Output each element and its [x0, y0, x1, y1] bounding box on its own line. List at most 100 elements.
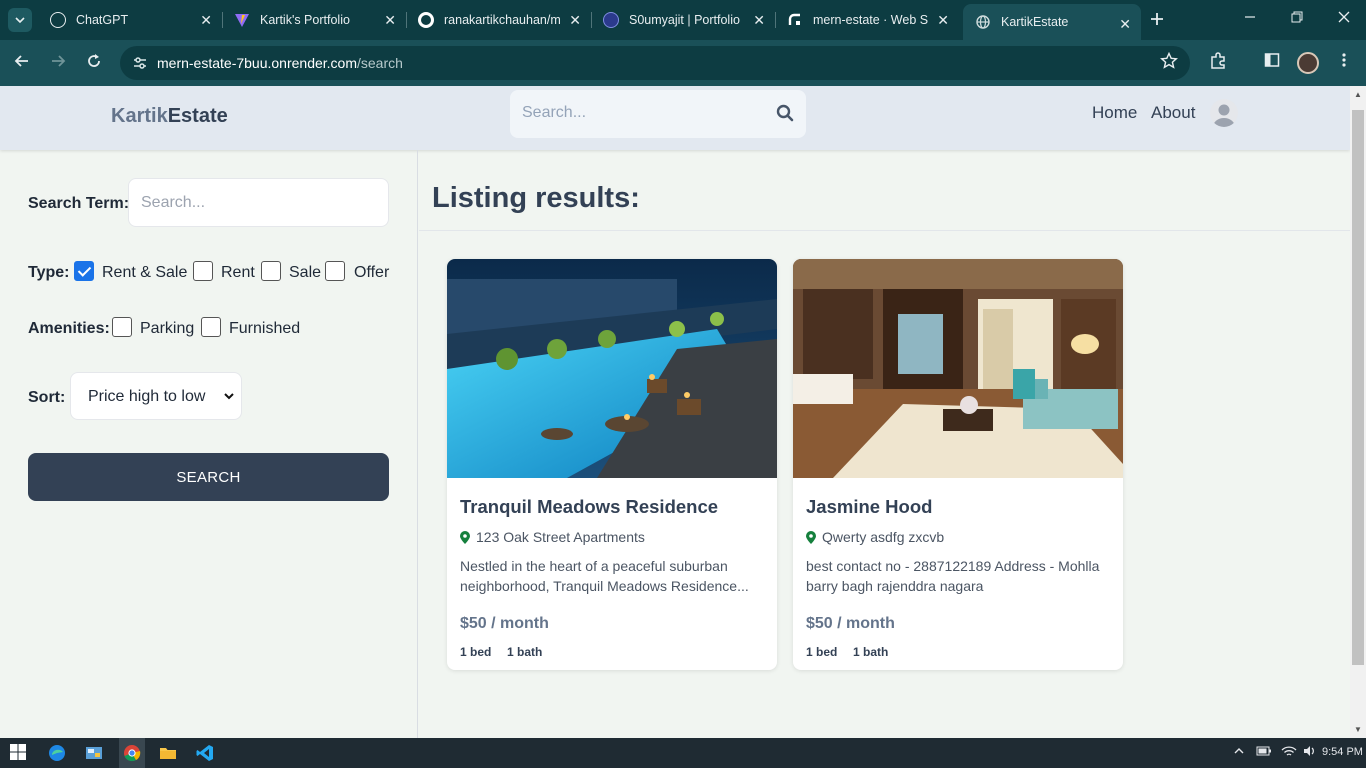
listing-image[interactable] [447, 259, 777, 478]
browser-toolbar: mern-estate-7buu.onrender.com/search [0, 40, 1366, 86]
back-button[interactable] [13, 52, 31, 75]
checkbox-sale[interactable] [261, 261, 281, 281]
chrome-icon[interactable] [123, 744, 141, 762]
checkbox-furnished[interactable] [201, 317, 221, 337]
browser-tab-chatgpt[interactable]: ChatGPT ✕ [38, 0, 222, 40]
header-search [510, 90, 806, 138]
browser-tab-strip: ChatGPT ✕ Kartik's Portfolio ✕ ranakarti… [0, 0, 1366, 40]
listing-image[interactable] [793, 259, 1123, 478]
checkbox-label-furnished: Furnished [229, 320, 301, 337]
listing-name[interactable]: Tranquil Meadows Residence [460, 496, 718, 518]
user-icon [1213, 104, 1235, 127]
bookmark-star-icon[interactable] [1160, 51, 1178, 75]
checkbox-label-parking: Parking [140, 320, 195, 337]
browser-tab-github[interactable]: ranakartikchauhan/m ✕ [406, 0, 591, 40]
reload-icon [88, 54, 100, 67]
chatgpt-icon [50, 12, 66, 28]
listing-address: Qwerty asdfg zxcvb [806, 529, 944, 547]
close-icon [1338, 11, 1350, 23]
url-text: mern-estate-7buu.onrender.com/search [157, 55, 403, 71]
listing-price: $50 / month [460, 615, 549, 632]
listing-beds: 1 bed [460, 645, 492, 659]
close-icon[interactable]: ✕ [569, 13, 581, 27]
address-bar[interactable]: mern-estate-7buu.onrender.com/search [120, 46, 1190, 80]
tab-title: S0umyajit | Portfolio [629, 13, 740, 27]
type-label: Type: [28, 264, 70, 281]
menu-kebab-icon[interactable] [1336, 52, 1352, 73]
site-info-icon[interactable] [132, 55, 148, 74]
close-icon[interactable]: ✕ [753, 13, 765, 27]
listing-description: Nestled in the heart of a peaceful subur… [460, 558, 749, 594]
globe-icon [975, 14, 991, 30]
listing-beds: 1 bed [806, 645, 838, 659]
file-explorer-icon[interactable] [159, 744, 177, 762]
url-path: /search [357, 55, 403, 71]
tab-search-button[interactable] [8, 8, 32, 32]
close-icon[interactable]: ✕ [937, 13, 949, 27]
tab-title: mern-estate · Web S [813, 13, 929, 27]
control-panel-icon[interactable] [85, 744, 103, 762]
render-icon [787, 12, 803, 28]
tab-title: KartikEstate [1001, 15, 1069, 29]
side-panel-icon[interactable] [1264, 52, 1280, 73]
logo-part-kartik: Kartik [111, 105, 168, 127]
browser-tab-kartik-portfolio[interactable]: Kartik's Portfolio ✕ [222, 0, 406, 40]
scroll-up-arrow-icon[interactable]: ▲ [1354, 90, 1362, 99]
minimize-button[interactable] [1243, 10, 1257, 27]
search-button[interactable]: SEARCH [28, 453, 389, 501]
close-icon[interactable]: ✕ [200, 13, 212, 27]
sort-select[interactable]: Price high to low [70, 372, 242, 420]
volume-icon[interactable] [1303, 745, 1317, 760]
search-term-label: Search Term: [28, 195, 130, 212]
filter-sidebar: Search Term: Type: Rent & Sale Rent Sale… [0, 150, 418, 738]
forward-button[interactable] [49, 52, 67, 75]
search-term-input[interactable] [128, 178, 389, 227]
listing-baths: 1 bath [853, 645, 889, 659]
checkbox-label-rent: Rent [221, 264, 255, 281]
scroll-down-arrow-icon[interactable]: ▼ [1354, 725, 1362, 734]
plus-icon [1151, 13, 1163, 25]
checkbox-parking[interactable] [112, 317, 132, 337]
checkbox-label-rent-and-sale: Rent & Sale [102, 264, 188, 281]
show-hidden-icons-chevron-up-icon[interactable] [1233, 745, 1245, 760]
listing-card[interactable]: Tranquil Meadows Residence 123 Oak Stree… [447, 259, 777, 670]
page-scrollbar[interactable]: ▲ ▼ [1350, 86, 1366, 738]
logo-part-estate: Estate [167, 105, 228, 127]
checkbox-label-sale: Sale [289, 264, 322, 281]
divider [419, 230, 1350, 231]
profile-avatar[interactable] [1297, 52, 1319, 74]
nav-home-link[interactable]: Home [1092, 103, 1137, 123]
browser-tab-kartikestate[interactable]: KartikEstate ✕ [963, 4, 1141, 40]
browser-tab-render[interactable]: mern-estate · Web S ✕ [775, 0, 959, 40]
scrollbar-thumb[interactable] [1352, 110, 1364, 665]
extensions-icon[interactable] [1209, 52, 1227, 75]
reload-button[interactable] [85, 52, 103, 75]
listing-price: $50 / month [806, 615, 895, 632]
restore-icon [1291, 11, 1303, 23]
close-icon[interactable]: ✕ [1119, 17, 1131, 31]
browser-tab-soumyajit-portfolio[interactable]: S0umyajit | Portfolio ✕ [591, 0, 775, 40]
edge-icon[interactable] [48, 744, 66, 762]
checkbox-rent-and-sale[interactable] [74, 261, 94, 281]
windows-start-icon[interactable] [10, 744, 28, 762]
vscode-icon[interactable] [196, 744, 214, 762]
close-window-button[interactable] [1337, 10, 1351, 27]
restore-button[interactable] [1290, 10, 1304, 27]
wifi-icon[interactable] [1281, 745, 1297, 760]
clock-time[interactable]: 9:54 PM [1322, 746, 1363, 758]
vite-icon [234, 12, 250, 28]
search-icon[interactable] [776, 104, 794, 127]
battery-icon[interactable] [1256, 745, 1272, 760]
user-avatar[interactable] [1210, 99, 1238, 127]
close-icon[interactable]: ✕ [384, 13, 396, 27]
tab-title: Kartik's Portfolio [260, 13, 350, 27]
listing-name[interactable]: Jasmine Hood [806, 496, 932, 518]
nav-about-link[interactable]: About [1151, 103, 1195, 123]
header-search-input[interactable] [522, 104, 762, 122]
new-tab-button[interactable] [1150, 10, 1164, 30]
site-logo[interactable]: KartikEstate [111, 105, 228, 128]
checkbox-offer[interactable] [325, 261, 345, 281]
listing-card[interactable]: Jasmine Hood Qwerty asdfg zxcvb best con… [793, 259, 1123, 670]
checkbox-rent[interactable] [193, 261, 213, 281]
listing-baths: 1 bath [507, 645, 543, 659]
